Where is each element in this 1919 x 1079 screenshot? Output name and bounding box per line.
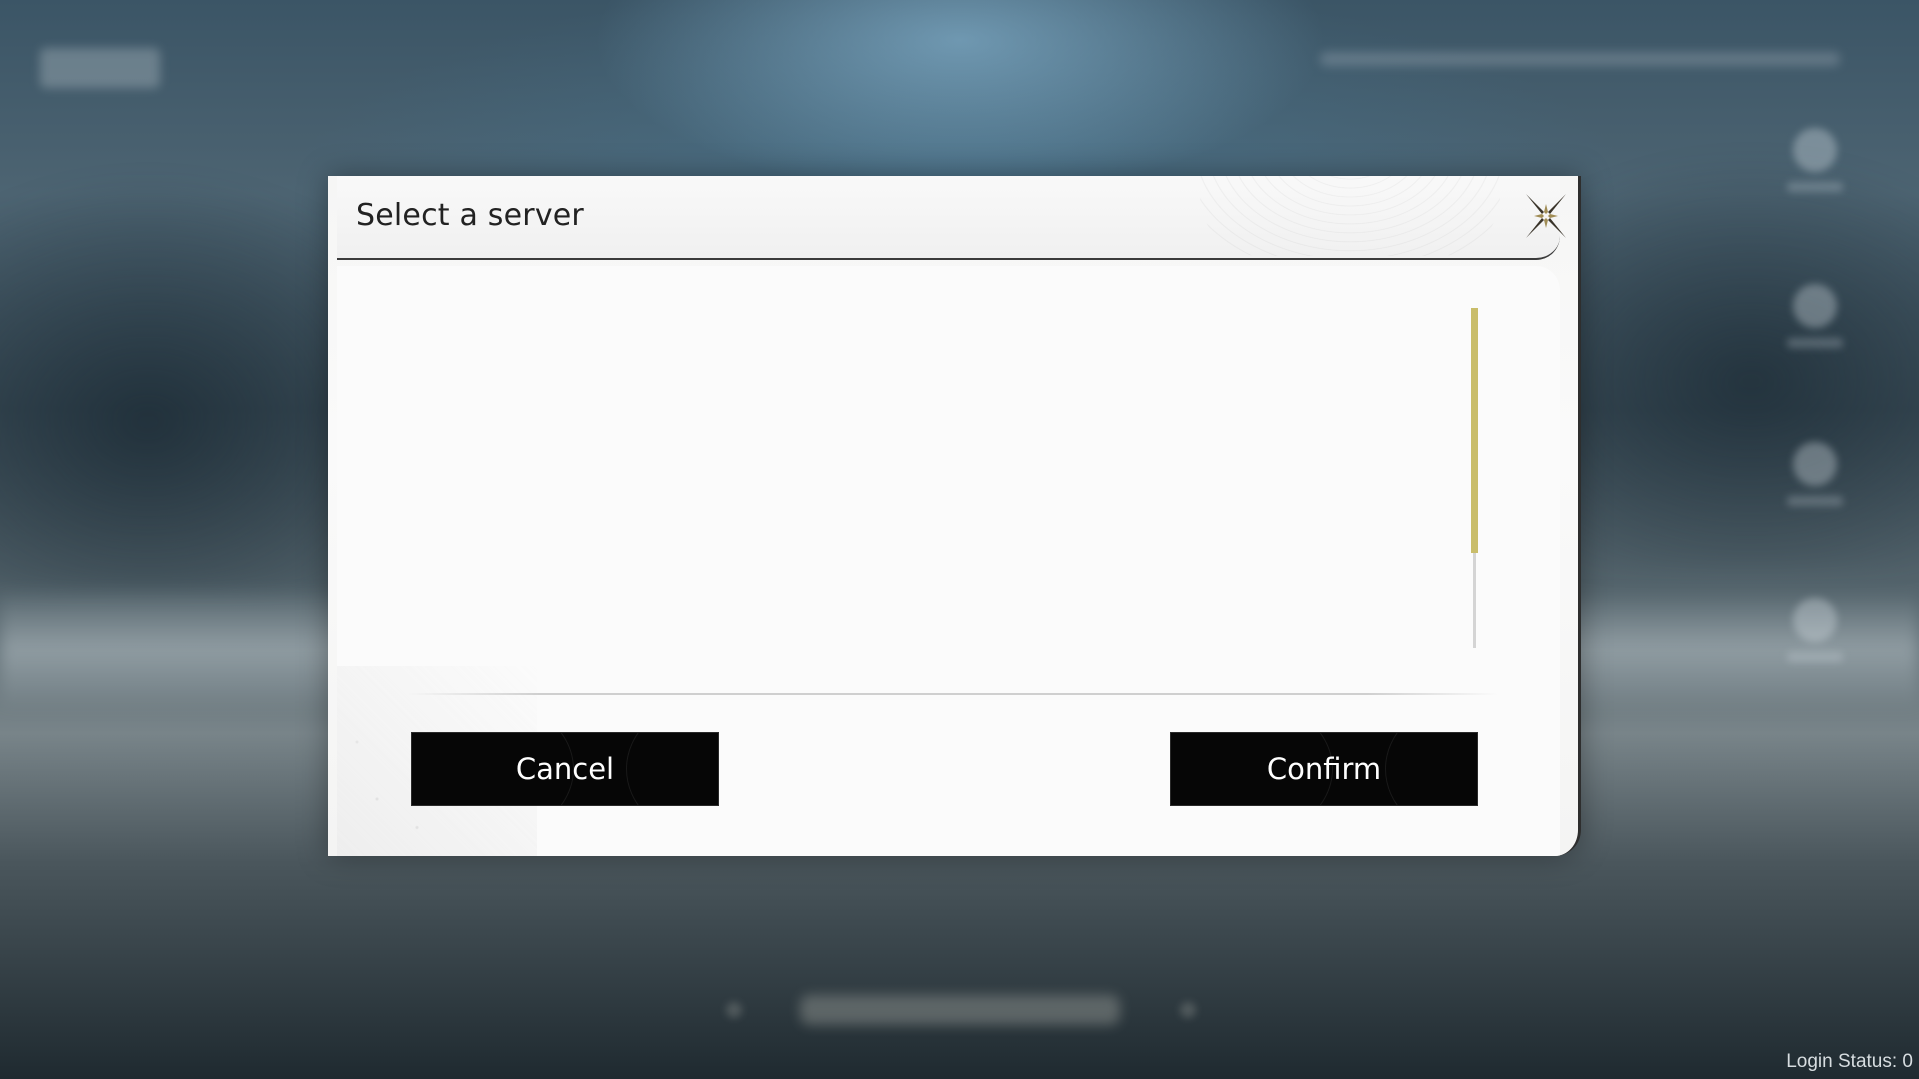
confirm-button-label: Confirm [1266, 752, 1382, 786]
side-icon-4 [1793, 598, 1837, 642]
side-icon-3 [1793, 442, 1837, 486]
game-launcher-background: Login Status: 0 Select a server Cancel C… [0, 0, 1919, 1079]
side-button-3 [1780, 442, 1850, 522]
top-nav-blurred [1320, 52, 1840, 66]
cancel-button-label: Cancel [515, 752, 615, 786]
server-list[interactable] [387, 306, 1497, 636]
confirm-button[interactable]: Confirm [1170, 732, 1478, 806]
header-decoration [1200, 176, 1500, 256]
footer-divider [408, 693, 1498, 695]
dialog-title: Select a server [356, 198, 584, 233]
side-label-4 [1787, 652, 1843, 662]
game-logo [40, 48, 160, 88]
side-label-1 [1787, 182, 1843, 192]
dialog-header: Select a server [337, 176, 1560, 260]
side-button-4 [1780, 598, 1850, 678]
side-label-2 [1787, 338, 1843, 348]
side-label-3 [1787, 496, 1843, 506]
tap-to-start-blurred [800, 995, 1120, 1025]
login-status: Login Status: 0 [1786, 1051, 1913, 1072]
close-icon[interactable] [1520, 190, 1572, 242]
side-button-2 [1780, 284, 1850, 364]
tap-to-start-right-ornament [1180, 1002, 1196, 1018]
cancel-button[interactable]: Cancel [411, 732, 719, 806]
side-icon-1 [1793, 128, 1837, 172]
side-button-1 [1780, 128, 1850, 208]
scrollbar-thumb[interactable] [1471, 308, 1478, 553]
close-x-icon-graphic [1526, 194, 1566, 238]
tap-to-start-left-ornament [726, 1002, 742, 1018]
side-icon-2 [1793, 284, 1837, 328]
server-select-dialog: Select a server Cancel Confirm [328, 176, 1581, 856]
